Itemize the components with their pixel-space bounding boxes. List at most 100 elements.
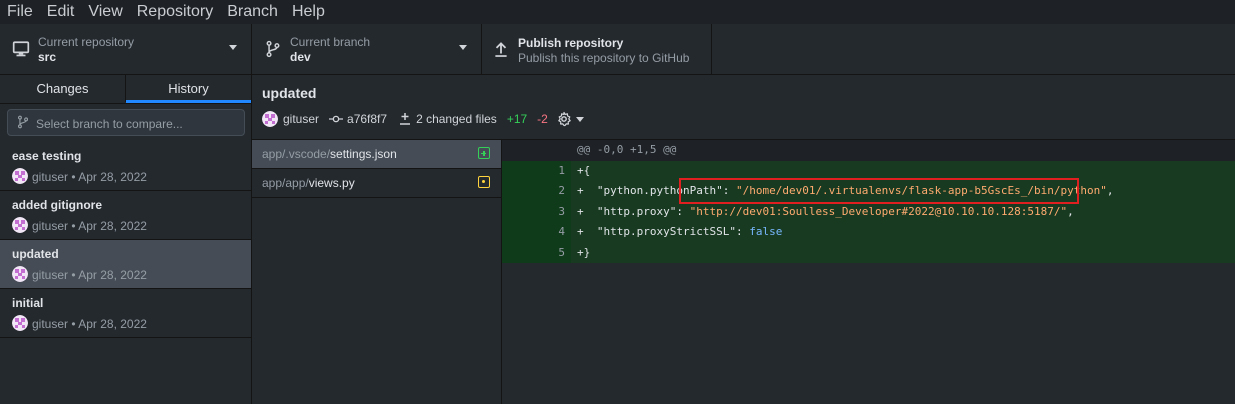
chevron-down-icon[interactable] bbox=[575, 116, 584, 122]
diff-line[interactable]: 1 +{ bbox=[502, 160, 1235, 181]
branch-value: dev bbox=[290, 50, 311, 64]
json-tail: , bbox=[1106, 184, 1114, 197]
diff-line[interactable]: 3 + "http.proxy": "http://dev01:Soulless… bbox=[502, 201, 1235, 222]
commit-item[interactable]: initial gituser • Apr 28, 2022 bbox=[0, 289, 251, 338]
commit-meta: gituser • Apr 28, 2022 bbox=[32, 219, 147, 233]
commit-view: updated gituser a76f8f7 2 changed files … bbox=[252, 75, 1235, 404]
gear-icon[interactable] bbox=[556, 111, 572, 127]
file-name: views.py bbox=[308, 176, 355, 190]
json-sep: : bbox=[735, 225, 750, 238]
commit-title: updated bbox=[12, 247, 59, 261]
json-key: "http.proxy" bbox=[596, 204, 677, 218]
menu-repository[interactable]: Repository bbox=[130, 0, 220, 24]
line-number: 4 bbox=[502, 222, 571, 243]
json-sep: : bbox=[722, 184, 736, 197]
menu-view[interactable]: View bbox=[81, 0, 129, 24]
file-item[interactable]: app/app/views.py bbox=[252, 169, 501, 198]
branch-compare-input[interactable] bbox=[34, 113, 238, 134]
json-string: "/home/dev01/.virtualenvs/flask-app-b5Gs… bbox=[735, 184, 1107, 197]
toolbar: Current repository src Current branch de… bbox=[0, 24, 1235, 75]
commit-meta: gituser • Apr 28, 2022 bbox=[32, 317, 147, 331]
current-branch-button[interactable]: Current branch dev bbox=[252, 24, 482, 74]
menu-file[interactable]: File bbox=[0, 0, 40, 24]
diff-line-text: +{ bbox=[571, 160, 1235, 181]
desktop-icon bbox=[12, 41, 30, 57]
publish-title: Publish repository bbox=[518, 36, 624, 50]
file-path: app/app/views.py bbox=[262, 176, 355, 190]
diff-line-text: +} bbox=[571, 242, 1235, 263]
file-modified-icon bbox=[478, 176, 490, 188]
commit-item[interactable]: ease testing gituser • Apr 28, 2022 bbox=[0, 142, 251, 191]
publish-subtitle: Publish this repository to GitHub bbox=[518, 51, 690, 65]
chevron-down-icon bbox=[229, 45, 237, 50]
publish-repository-button[interactable]: Publish repository Publish this reposito… bbox=[482, 24, 712, 74]
diff-hunk-text: @@ -0,0 +1,5 @@ bbox=[571, 140, 1235, 161]
avatar bbox=[12, 315, 28, 331]
file-path: app/.vscode/settings.json bbox=[262, 147, 397, 161]
diff-prefix: + bbox=[577, 225, 597, 238]
json-string: "http://dev01:Soulless_Developer#2022@10… bbox=[689, 204, 1068, 218]
diff-gutter bbox=[502, 140, 571, 161]
commit-meta: gituser • Apr 28, 2022 bbox=[32, 268, 147, 282]
avatar bbox=[262, 111, 278, 127]
menu-edit[interactable]: Edit bbox=[40, 0, 82, 24]
json-tail: , bbox=[1067, 204, 1074, 218]
diff-view: @@ -0,0 +1,5 @@ 1 +{ 2 + "python.pythonP… bbox=[502, 140, 1235, 404]
repo-value: src bbox=[38, 50, 57, 64]
sidebar: Changes History ease testing gituser • A… bbox=[0, 75, 252, 404]
json-keyword: false bbox=[749, 225, 783, 238]
file-dir: app/app/ bbox=[262, 176, 309, 190]
avatar bbox=[12, 168, 28, 184]
diff-line[interactable]: 2 + "python.pythonPath": "/home/dev01/.v… bbox=[502, 181, 1235, 202]
commit-title: initial bbox=[12, 296, 44, 310]
menu-branch[interactable]: Branch bbox=[220, 0, 285, 24]
current-repository-button[interactable]: Current repository src bbox=[0, 24, 252, 74]
changed-file-list: app/.vscode/settings.json app/app/views.… bbox=[252, 140, 502, 404]
file-added-icon bbox=[478, 147, 490, 159]
additions-count: +17 bbox=[506, 112, 528, 126]
json-key: "http.proxyStrictSSL" bbox=[596, 225, 736, 238]
menu-help[interactable]: Help bbox=[285, 0, 332, 24]
commit-list: ease testing gituser • Apr 28, 2022 adde… bbox=[0, 142, 251, 338]
repo-label: Current repository bbox=[38, 35, 135, 49]
branch-icon bbox=[266, 40, 280, 58]
diff-line[interactable]: 5 +} bbox=[502, 242, 1235, 263]
tab-changes[interactable]: Changes bbox=[0, 75, 126, 102]
tab-history[interactable]: History bbox=[126, 75, 251, 103]
commit-item[interactable]: added gitignore gituser • Apr 28, 2022 bbox=[0, 191, 251, 240]
branch-icon bbox=[17, 115, 29, 129]
json-key: "python.pythonPath" bbox=[596, 184, 723, 197]
commit-author: gituser bbox=[283, 112, 320, 126]
file-item[interactable]: app/.vscode/settings.json bbox=[252, 140, 501, 169]
diff-prefix: + bbox=[577, 204, 597, 218]
commit-detail-meta: gituser a76f8f7 2 changed files +17 -2 bbox=[262, 110, 584, 128]
line-number: 3 bbox=[502, 201, 571, 222]
branch-label: Current branch bbox=[290, 35, 371, 49]
diff-icon bbox=[400, 113, 411, 125]
chevron-down-icon bbox=[459, 45, 467, 50]
branch-compare-box[interactable] bbox=[7, 109, 245, 136]
diff-line-text: + "http.proxyStrictSSL": false bbox=[571, 222, 1235, 243]
file-dir: app/.vscode/ bbox=[262, 147, 331, 161]
commit-item[interactable]: updated gituser • Apr 28, 2022 bbox=[0, 240, 251, 289]
changed-files-count: 2 changed files bbox=[416, 112, 497, 126]
menu-bar: File Edit View Repository Branch Help bbox=[0, 0, 1235, 24]
avatar bbox=[12, 266, 28, 282]
line-number: 5 bbox=[502, 242, 571, 263]
commit-title: added gitignore bbox=[12, 198, 102, 212]
diff-hunk-header: @@ -0,0 +1,5 @@ bbox=[502, 140, 1235, 161]
diff-prefix: + bbox=[577, 184, 597, 197]
commit-sha[interactable]: a76f8f7 bbox=[347, 112, 387, 126]
line-number: 1 bbox=[502, 160, 571, 181]
deletions-count: -2 bbox=[537, 112, 548, 126]
diff-line-text: + "python.pythonPath": "/home/dev01/.vir… bbox=[571, 181, 1235, 202]
commit-title: ease testing bbox=[12, 149, 82, 163]
commit-summary-header: updated gituser a76f8f7 2 changed files … bbox=[252, 75, 1235, 140]
diff-line[interactable]: 4 + "http.proxyStrictSSL": false bbox=[502, 222, 1235, 243]
line-number: 2 bbox=[502, 181, 571, 202]
upload-icon bbox=[495, 42, 507, 57]
diff-line-text: + "http.proxy": "http://dev01:Soulless_D… bbox=[571, 201, 1235, 222]
commit-icon bbox=[329, 115, 344, 123]
commit-meta: gituser • Apr 28, 2022 bbox=[32, 170, 147, 184]
commit-detail-title: updated bbox=[262, 85, 317, 101]
